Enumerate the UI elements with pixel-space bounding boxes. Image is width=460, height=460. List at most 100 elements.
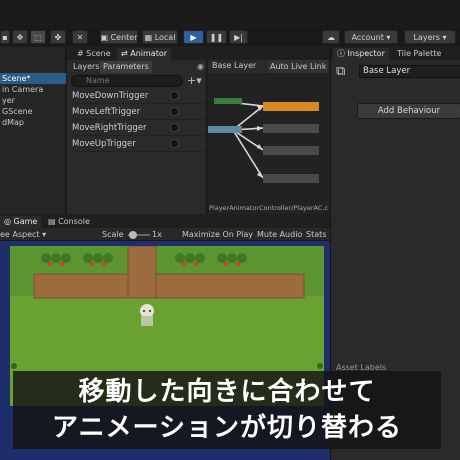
parameter-row[interactable]: MoveDownTrigger — [67, 88, 206, 104]
layers-dropdown[interactable]: Layers ▾ — [404, 30, 456, 44]
custom-tool-button[interactable]: ✕ — [72, 30, 88, 44]
parameter-label: MoveRightTrigger — [72, 123, 147, 133]
tools-icon: ✕ — [76, 32, 84, 42]
transform-tool-button[interactable]: ✤ — [50, 30, 66, 44]
anim-state[interactable] — [263, 174, 319, 183]
caption-line-1: 移動した向きに合わせて — [78, 377, 376, 407]
grid-icon: # — [77, 49, 84, 58]
scale-slider-handle[interactable] — [129, 231, 137, 239]
animator-icon: ⇄ — [121, 49, 128, 58]
play-button[interactable]: ▶ — [183, 30, 204, 44]
trigger-radio[interactable] — [170, 91, 179, 100]
stats-toggle[interactable]: Stats — [306, 229, 326, 241]
graph-path-label: PlayerAnimatorController/PlayerAC.c — [209, 204, 329, 212]
game-tabs: ◎ Game ▤ Console — [0, 215, 330, 228]
scale-slider[interactable] — [128, 229, 150, 241]
player-character — [140, 304, 154, 326]
console-icon: ▤ — [48, 217, 56, 226]
parameter-label: MoveLeftTrigger — [72, 107, 141, 117]
add-behaviour-button[interactable]: Add Behaviour — [357, 103, 460, 119]
game-toolbar: ee Aspect ▾ Scale 1x Maximize On Play Mu… — [0, 228, 330, 241]
tab-tile-palette[interactable]: Tile Palette — [393, 48, 445, 60]
globe-icon: ✤ — [54, 32, 62, 42]
cloud-icon: ☁ — [327, 32, 335, 42]
anim-state[interactable] — [263, 146, 319, 155]
tab-inspector-label: Inspector — [347, 49, 385, 58]
eye-icon[interactable]: ◉ — [197, 62, 204, 71]
hierarchy-item-player[interactable]: yer — [0, 95, 15, 106]
parameter-row[interactable]: MoveUpTrigger — [67, 136, 206, 152]
gamepad-icon: ◎ — [4, 217, 11, 226]
tab-animator-label: Animator — [130, 49, 168, 58]
move-icon: ✥ — [16, 32, 24, 42]
caption-line-2: アニメーションが切り替わる — [52, 413, 402, 443]
top-strip — [0, 0, 460, 28]
hand-tool-button[interactable]: ▪ — [0, 30, 10, 44]
tab-scene-label: Scene — [86, 49, 111, 58]
tab-inspector[interactable]: ⓘ Inspector — [333, 48, 389, 60]
tab-parameters[interactable]: Parameters — [100, 61, 152, 73]
move-tool-button[interactable]: ✥ — [12, 30, 28, 44]
pause-button[interactable]: ❚❚ — [206, 30, 227, 44]
parameter-label: MoveUpTrigger — [72, 139, 136, 149]
parameter-label: MoveDownTrigger — [72, 91, 149, 101]
tab-scene[interactable]: # Scene — [73, 48, 115, 60]
account-dropdown[interactable]: Account ▾ — [344, 30, 398, 44]
scale-label: Scale — [102, 230, 124, 239]
center-label: Center — [110, 32, 138, 42]
tab-animator[interactable]: ⇄ Animator — [117, 48, 172, 60]
hierarchy-item-bgscene[interactable]: GScene — [0, 106, 33, 117]
account-label: Account — [351, 32, 384, 42]
rect-tool-button[interactable]: ⬚ — [30, 30, 46, 44]
hierarchy-item-tilemap[interactable]: dMap — [0, 117, 24, 128]
pivot-local-button[interactable]: ▦ Local — [142, 30, 178, 44]
layer-name-field[interactable]: Base Layer — [359, 65, 460, 78]
rect-icon: ⬚ — [34, 32, 42, 42]
local-icon: ▦ — [144, 32, 153, 42]
anim-state[interactable] — [263, 124, 319, 133]
tab-console[interactable]: ▤ Console — [44, 216, 94, 228]
trigger-radio[interactable] — [170, 139, 179, 148]
layers-label: Layers — [413, 32, 440, 42]
entry-state[interactable] — [214, 98, 242, 104]
animator-parameters-panel: Layers Parameters ⌕ Name +▾ MoveDownTrig… — [67, 60, 207, 214]
step-button[interactable]: ▶| — [229, 30, 248, 44]
main-toolbar: ▪ ✥ ⬚ ✤ ✕ ▣ Center ▦ Local ▶ ❚❚ ▶| ☁ Acc… — [0, 28, 460, 46]
cloud-button[interactable]: ☁ — [322, 30, 340, 44]
trigger-radio[interactable] — [170, 107, 179, 116]
parameter-search-input[interactable]: Name — [71, 75, 183, 87]
parameter-row[interactable]: MoveLeftTrigger — [67, 104, 206, 120]
pivot-center-button[interactable]: ▣ Center — [100, 30, 138, 44]
mute-audio-toggle[interactable]: Mute Audio — [257, 229, 302, 241]
aspect-label: ee Aspect — [0, 230, 40, 239]
add-parameter-button[interactable]: +▾ — [187, 74, 202, 87]
play-icon: ▶ — [190, 32, 197, 42]
hierarchy-item-camera[interactable]: in Camera — [0, 84, 43, 95]
state-machine-graph — [208, 98, 319, 183]
caption-overlay: 移動した向きに合わせて アニメーションが切り替わる — [13, 371, 441, 449]
parameter-row[interactable]: MoveRightTrigger — [67, 120, 206, 136]
hand-icon: ▪ — [2, 32, 8, 42]
trigger-radio[interactable] — [170, 123, 179, 132]
chevron-down-icon: ▾ — [442, 32, 447, 42]
any-state[interactable] — [208, 126, 242, 133]
maximize-on-play-toggle[interactable]: Maximize On Play — [182, 229, 253, 241]
center-icon: ▣ — [100, 32, 109, 42]
aspect-dropdown[interactable]: ee Aspect ▾ — [0, 229, 46, 241]
layer-graph-icon: ⧉ — [336, 64, 346, 79]
tab-console-label: Console — [58, 217, 90, 226]
step-icon: ▶| — [234, 32, 243, 42]
hierarchy-item-scene[interactable]: Scene* — [0, 73, 66, 84]
hierarchy-panel: Scene* in Camera yer GScene dMap — [0, 47, 66, 214]
chevron-down-icon: ▾ — [42, 230, 47, 239]
tab-layers[interactable]: Layers — [70, 61, 102, 73]
pause-icon: ❚❚ — [209, 32, 224, 42]
default-state[interactable] — [263, 102, 319, 111]
inspector-tabs: ⓘ Inspector Tile Palette — [331, 47, 460, 60]
animator-graph[interactable]: Base Layer Auto Live Link PlayerAnimator… — [208, 60, 329, 214]
tab-game-label: Game — [13, 217, 38, 226]
tab-game[interactable]: ◎ Game — [0, 216, 42, 228]
local-label: Local — [154, 32, 176, 42]
scene-tabs: # Scene ⇄ Animator — [67, 47, 329, 60]
info-icon: ⓘ — [337, 49, 345, 58]
